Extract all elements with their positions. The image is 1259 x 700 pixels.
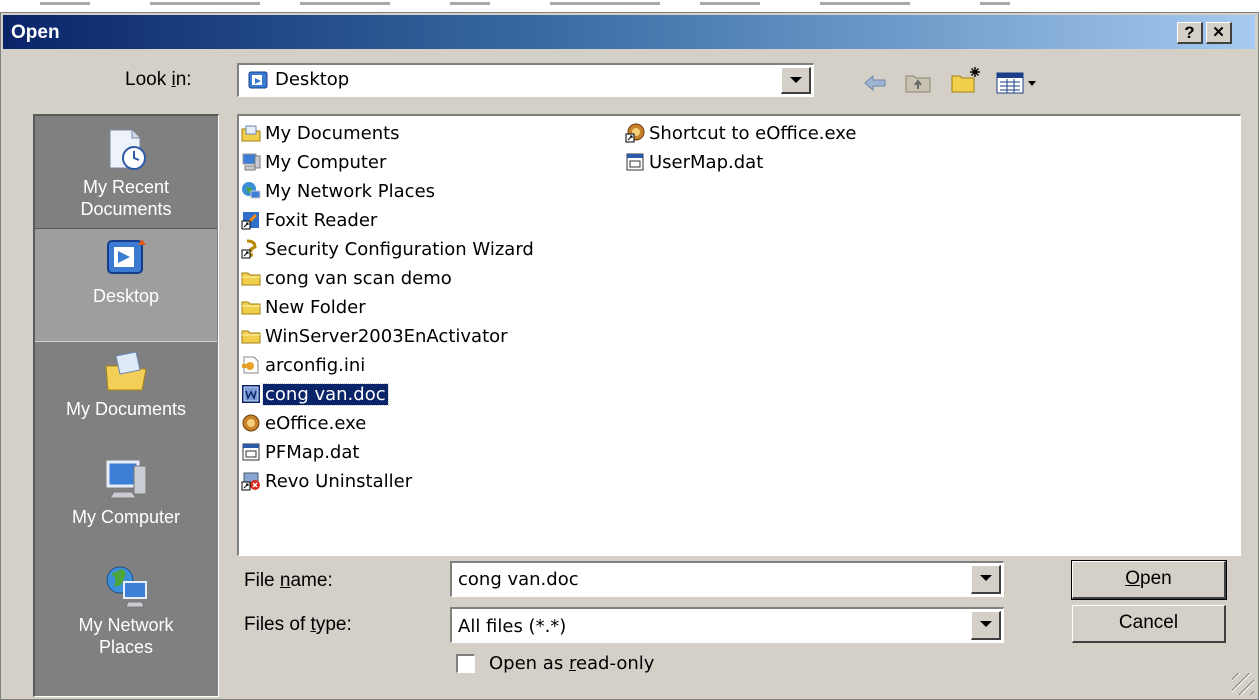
file-name-dropdown-button[interactable] — [971, 565, 1001, 594]
file-type-combo[interactable]: All files (*.*) — [450, 607, 1004, 643]
exe-icon — [242, 414, 260, 432]
list-item[interactable]: Revo Uninstaller — [241, 468, 414, 494]
list-item[interactable]: cong van scan demo — [241, 265, 454, 291]
background-window-edge — [0, 0, 1259, 10]
network-places-icon — [106, 566, 147, 608]
close-button[interactable]: ✕ — [1206, 22, 1232, 44]
help-button[interactable]: ? — [1177, 22, 1203, 44]
network-icon — [242, 182, 261, 199]
list-item[interactable]: My Documents — [241, 120, 402, 146]
recent-documents-icon — [109, 129, 146, 170]
shortcut-exe-icon — [625, 123, 645, 143]
shortcut-uninstall-icon — [241, 472, 260, 491]
places-bar: My Recent Documents Desktop My Documents — [33, 114, 219, 697]
my-computer-icon — [106, 460, 147, 499]
folder-docs-icon — [241, 125, 261, 142]
look-in-combo[interactable]: Desktop — [237, 63, 814, 97]
list-item[interactable]: PFMap.dat — [241, 439, 361, 465]
list-item[interactable]: New Folder — [241, 294, 368, 320]
place-my-documents[interactable]: My Documents — [35, 348, 217, 448]
shortcut-wizard-icon — [241, 239, 257, 259]
look-in-label: Look in: — [125, 69, 192, 90]
read-only-label[interactable]: Open as read-only — [489, 653, 654, 674]
up-one-level-icon[interactable] — [903, 69, 933, 95]
file-list[interactable]: My Documents My Computer My Network Plac… — [237, 114, 1241, 556]
ini-file-icon — [242, 356, 259, 374]
my-documents-icon — [105, 351, 147, 391]
read-only-checkbox[interactable] — [456, 654, 475, 673]
file-name-label: File name: — [244, 570, 333, 591]
open-dialog: Open ? ✕ Look in: Desktop My Recent Docu… — [0, 12, 1259, 700]
new-folder-icon[interactable] — [949, 65, 981, 95]
file-type-dropdown-button[interactable] — [971, 611, 1001, 640]
list-item[interactable]: UserMap.dat — [625, 149, 765, 175]
folder-icon — [241, 272, 261, 286]
place-my-computer[interactable]: My Computer — [35, 456, 217, 556]
file-name-input[interactable]: cong van.doc — [458, 569, 579, 590]
place-desktop[interactable]: Desktop — [35, 228, 217, 342]
list-item[interactable]: My Network Places — [241, 178, 437, 204]
list-item[interactable]: My Computer — [241, 149, 388, 175]
view-menu-icon[interactable] — [995, 71, 1041, 95]
file-type-label: Files of type: — [244, 614, 352, 635]
list-item[interactable]: Security Configuration Wizard — [241, 236, 536, 262]
look-in-value: Desktop — [275, 69, 350, 90]
place-network-places[interactable]: My Network Places — [35, 564, 217, 674]
close-icon: ✕ — [1212, 24, 1225, 41]
list-item[interactable]: Shortcut to eOffice.exe — [625, 120, 858, 146]
window-title: Open — [11, 22, 60, 43]
file-name-combo[interactable]: cong van.doc — [450, 561, 1004, 597]
title-bar[interactable]: Open ? ✕ — [3, 15, 1255, 49]
desktop-small-icon — [248, 71, 268, 89]
word-doc-icon — [242, 385, 260, 403]
file-type-value: All files (*.*) — [458, 616, 567, 637]
folder-icon — [241, 301, 261, 315]
dat-file-icon — [626, 153, 644, 171]
open-button[interactable]: Open — [1071, 560, 1227, 600]
list-item-selected[interactable]: cong van.doc — [241, 381, 389, 407]
list-item[interactable]: WinServer2003EnActivator — [241, 323, 510, 349]
list-item[interactable]: arconfig.ini — [241, 352, 367, 378]
resize-grip-icon[interactable] — [1232, 673, 1254, 695]
place-recent-documents[interactable]: My Recent Documents — [35, 122, 217, 230]
desktop-icon — [107, 239, 146, 274]
dat-file-icon — [242, 443, 260, 461]
computer-icon — [242, 153, 261, 171]
list-item[interactable]: eOffice.exe — [241, 410, 368, 436]
cancel-button[interactable]: Cancel — [1072, 605, 1226, 643]
shortcut-app-icon — [241, 212, 259, 230]
folder-icon — [241, 330, 261, 344]
list-item[interactable]: Foxit Reader — [241, 207, 379, 233]
back-arrow-icon[interactable] — [861, 73, 889, 93]
look-in-dropdown-button[interactable] — [781, 67, 811, 94]
